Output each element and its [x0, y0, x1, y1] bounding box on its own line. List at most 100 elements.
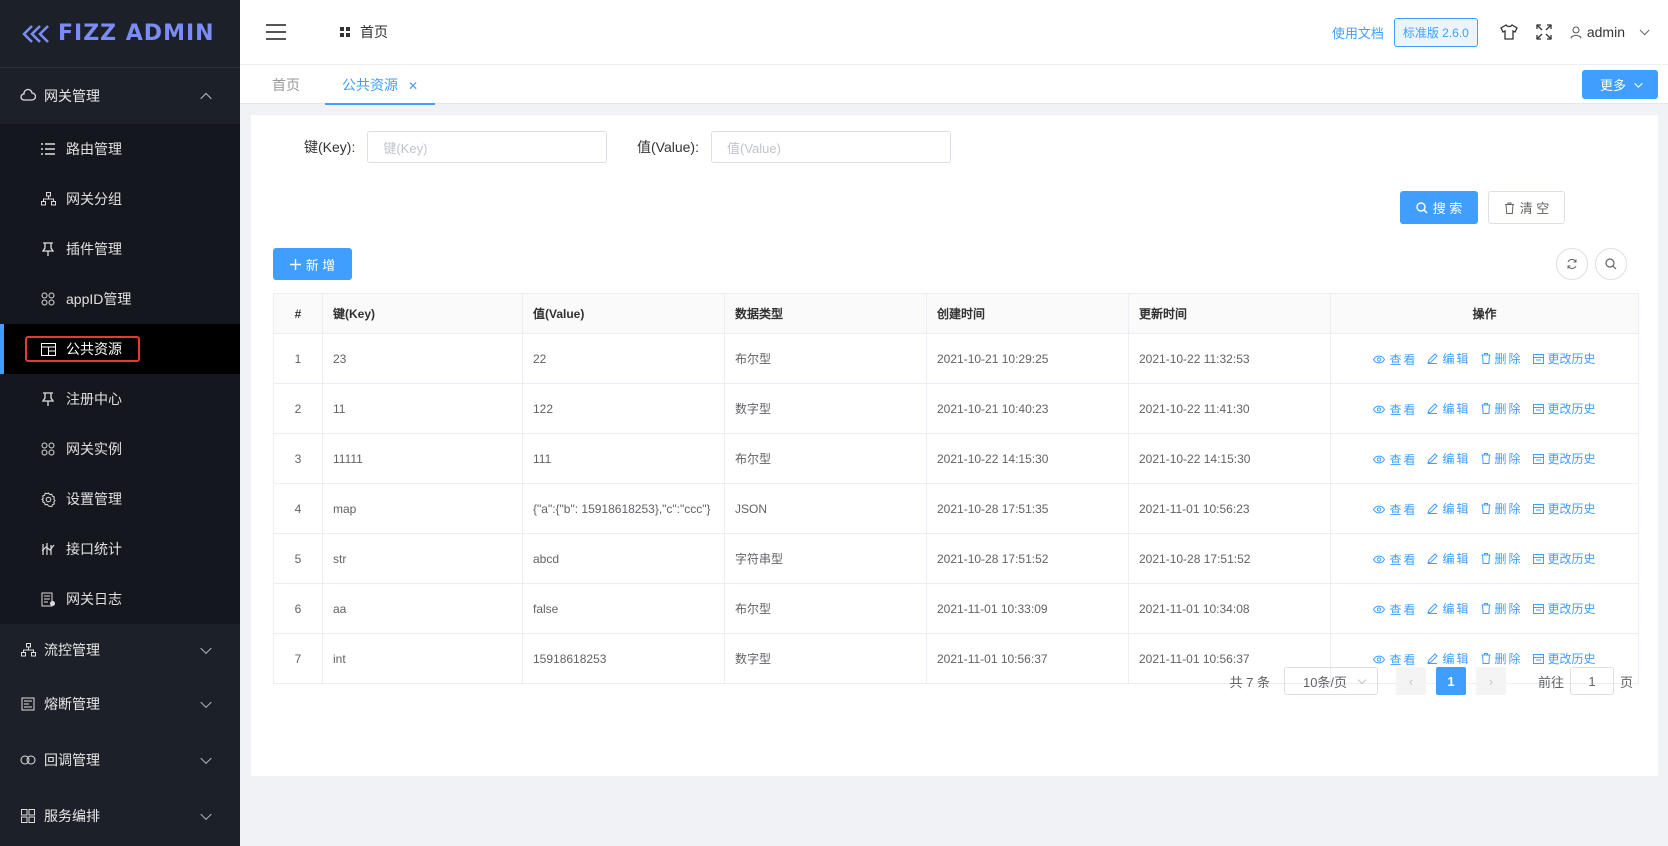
refresh-button[interactable]	[1556, 248, 1588, 280]
history-button[interactable]: 更改历史	[1532, 500, 1596, 517]
header-right: 使用文档 标准版 2.6.0 admin	[1332, 0, 1650, 64]
edit-button[interactable]: 编辑	[1427, 500, 1470, 517]
history-button[interactable]: 更改历史	[1532, 350, 1596, 367]
sidebar-item-settings[interactable]: 设置管理	[0, 474, 240, 524]
edit-button[interactable]: 编辑	[1427, 350, 1470, 367]
logo-icon	[22, 24, 49, 43]
view-button[interactable]: 查看	[1373, 451, 1417, 468]
history-icon	[1532, 603, 1544, 614]
view-button[interactable]: 查看	[1373, 401, 1417, 418]
view-button[interactable]: 查看	[1373, 351, 1417, 368]
delete-button[interactable]: 删除	[1481, 650, 1523, 667]
history-label: 更改历史	[1547, 502, 1596, 516]
fullscreen-icon[interactable]	[1536, 24, 1552, 40]
menu-group-callback[interactable]: 回调管理	[0, 732, 240, 788]
menu-group-flow-control[interactable]: 流控管理	[0, 624, 240, 676]
theme-shirt-icon[interactable]	[1500, 24, 1518, 40]
history-button[interactable]: 更改历史	[1532, 600, 1596, 617]
history-button[interactable]: 更改历史	[1532, 650, 1596, 667]
sidebar-item-appid[interactable]: appID管理	[0, 274, 240, 324]
next-page-button[interactable]: ›	[1475, 667, 1506, 695]
trash-icon	[1481, 652, 1490, 664]
history-label: 更改历史	[1547, 402, 1596, 416]
cell-actions: 查看 编辑 删除 更改历史	[1330, 533, 1639, 584]
stats-icon	[40, 541, 56, 557]
menu-toggle-icon[interactable]	[266, 24, 286, 40]
more-button[interactable]: 更多	[1582, 70, 1658, 99]
cell-type: 布尔型	[724, 583, 927, 634]
edit-button[interactable]: 编辑	[1427, 650, 1470, 667]
delete-button[interactable]: 删除	[1481, 600, 1523, 617]
history-button[interactable]: 更改历史	[1532, 400, 1596, 417]
sidebar-item-label: 路由管理	[66, 141, 122, 157]
menu-group-label: 熔断管理	[44, 696, 100, 712]
logo[interactable]: FIZZ ADMIN	[0, 0, 240, 68]
delete-button[interactable]: 删除	[1481, 400, 1523, 417]
cell-actions: 查看 编辑 删除 更改历史	[1330, 583, 1639, 634]
edit-icon	[1427, 452, 1439, 464]
menu-group-circuit-breaker[interactable]: 熔断管理	[0, 676, 240, 732]
value-input[interactable]: 值(Value)	[710, 131, 951, 163]
sidebar-item-public-resource[interactable]: 公共资源	[0, 324, 240, 374]
goto-page-input[interactable]: 1	[1569, 667, 1614, 695]
edit-button[interactable]: 编辑	[1427, 450, 1470, 467]
view-button[interactable]: 查看	[1373, 501, 1417, 518]
tab-home[interactable]: 首页	[272, 65, 300, 105]
delete-button[interactable]: 删除	[1481, 550, 1523, 567]
table-row: 2 11 122 数字型 2021-10-21 10:40:23 2021-10-22 1…	[273, 383, 1639, 434]
add-button[interactable]: 新 增	[273, 248, 352, 280]
sidebar-item-gateway-instance[interactable]: 网关实例	[0, 424, 240, 474]
page-size-select[interactable]: 10条/页	[1283, 667, 1378, 695]
cell-created: 2021-10-28 17:51:52	[926, 533, 1129, 584]
history-icon	[1532, 553, 1544, 564]
column-header: 更新时间	[1128, 293, 1331, 334]
delete-button[interactable]: 删除	[1481, 350, 1523, 367]
chevron-down-icon	[1357, 675, 1367, 685]
user-menu[interactable]: admin	[1570, 24, 1650, 40]
history-label: 更改历史	[1547, 652, 1596, 666]
sidebar-item-route[interactable]: 路由管理	[0, 124, 240, 174]
sidebar-item-registry[interactable]: 注册中心	[0, 374, 240, 424]
search-button[interactable]: 搜 索	[1400, 191, 1478, 224]
history-icon	[1532, 403, 1544, 414]
edit-button[interactable]: 编辑	[1427, 400, 1470, 417]
menu-group-label: 流控管理	[44, 642, 100, 658]
sidebar-item-label: 网关日志	[66, 591, 122, 607]
menu-group-gateway[interactable]: 网关管理	[0, 68, 240, 124]
trash-icon	[1481, 502, 1490, 514]
sidebar-item-gateway-log[interactable]: 网关日志	[0, 574, 240, 624]
edit-label: 编辑	[1442, 451, 1471, 466]
delete-button[interactable]: 删除	[1481, 500, 1523, 517]
history-button[interactable]: 更改历史	[1532, 550, 1596, 567]
apps-icon	[40, 291, 56, 307]
sidebar-item-api-stats[interactable]: 接口统计	[0, 524, 240, 574]
cell-index: 6	[273, 583, 323, 634]
view-button[interactable]: 查看	[1373, 551, 1417, 568]
version-badge[interactable]: 标准版 2.6.0	[1393, 17, 1478, 47]
search-icon	[1605, 258, 1617, 270]
cell-created: 2021-11-01 10:33:09	[926, 583, 1129, 634]
history-button[interactable]: 更改历史	[1532, 450, 1596, 467]
delete-button[interactable]: 删除	[1481, 450, 1523, 467]
menu-group-orchestration[interactable]: 服务编排	[0, 788, 240, 844]
sidebar-item-gateway-group[interactable]: 网关分组	[0, 174, 240, 224]
history-icon	[1532, 453, 1544, 464]
cell-key: 23	[322, 333, 523, 384]
view-button[interactable]: 查看	[1373, 651, 1417, 668]
page-number[interactable]: 1	[1435, 667, 1466, 695]
refresh-icon	[1567, 259, 1577, 269]
docs-link[interactable]: 使用文档	[1332, 23, 1384, 42]
clear-button[interactable]: 清 空	[1488, 191, 1565, 224]
sidebar-item-plugin[interactable]: 插件管理	[0, 224, 240, 274]
edit-label: 编辑	[1442, 501, 1471, 516]
close-icon[interactable]: ✕	[408, 79, 418, 93]
key-input[interactable]: 键(Key)	[367, 131, 608, 163]
edit-button[interactable]: 编辑	[1427, 550, 1470, 567]
prev-page-button[interactable]: ‹	[1395, 667, 1426, 695]
toggle-search-button[interactable]	[1595, 248, 1627, 280]
tab-public-resource[interactable]: 公共资源 ✕	[325, 65, 435, 105]
view-button[interactable]: 查看	[1373, 601, 1417, 618]
breadcrumb-home[interactable]: 首页	[360, 22, 388, 42]
edit-button[interactable]: 编辑	[1427, 600, 1470, 617]
table-row: 6 aa false 布尔型 2021-11-01 10:33:09 2021-11-01…	[273, 583, 1639, 634]
